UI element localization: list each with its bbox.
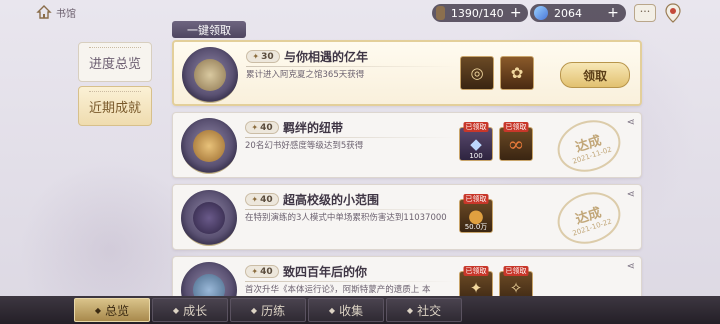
tab-social[interactable]: ◆ 社交: [386, 298, 462, 322]
points-icon: ✦: [252, 52, 260, 61]
reward-qty: 50.0万: [464, 223, 488, 231]
tab-label: 进度总览: [88, 56, 141, 72]
claimed-tag: 已领取: [463, 122, 489, 132]
nav-label: 总览: [105, 303, 130, 318]
portrait-icon: ✿: [510, 64, 524, 82]
points-value: 30: [261, 51, 274, 62]
achievement-desc: 在特别演练的3人模式中单场累积伤害达到11037000: [245, 213, 447, 223]
medal-emblem: [193, 202, 225, 234]
medal-emblem: [193, 130, 225, 162]
claim-button[interactable]: 领取: [560, 62, 630, 88]
points-badge: ✦ 40: [245, 193, 279, 206]
achievement-title: 致四百年后的你: [283, 265, 368, 279]
house-icon: [36, 5, 52, 19]
reward-item[interactable]: ◎: [460, 56, 494, 90]
achievement-title: 超高校级的小范围: [283, 193, 380, 207]
chat-bubble-icon: ···: [639, 5, 651, 18]
points-badge: ✦ 40: [245, 121, 279, 134]
clock-icon: ◎: [470, 64, 484, 82]
gem-value: 2064: [554, 6, 582, 20]
nav-label: 社交: [417, 303, 442, 318]
points-value: 40: [260, 266, 273, 277]
achievement-card[interactable]: ✦ 40 超高校级的小范围 在特别演练的3人模式中单场累积伤害达到11037000…: [172, 184, 642, 252]
achievement-card[interactable]: ✦ 40 羁绊的纽带 20名幻书好感度等级达到5获得 已领取 ◆ 100 已领取 …: [172, 112, 642, 180]
top-bar: 书馆 1390/140 + 2064 + ···: [0, 0, 720, 28]
infinity-icon: ∞: [507, 132, 525, 156]
share-icon[interactable]: ⋖: [627, 117, 635, 128]
medal-emblem: [194, 59, 226, 91]
reward-item[interactable]: ✿: [500, 56, 534, 90]
achievement-medal-icon: [181, 118, 237, 174]
pendant-icon: ✧: [509, 279, 523, 297]
diamond-icon: ◆: [406, 305, 414, 315]
nav-label: 收集: [339, 303, 364, 318]
achievement-desc: 首次升华《本体运行论》，阿斯特蒙产的遗质上 本: [245, 285, 431, 295]
tab-ornament: [89, 91, 141, 94]
claim-all-button[interactable]: 一键领取: [172, 21, 246, 38]
tab-label: 近期成就: [88, 100, 141, 116]
tab-growth[interactable]: ◆ 成长: [152, 298, 228, 322]
stamina-icon: [436, 6, 445, 20]
tab-overview[interactable]: ◆ 总览: [74, 298, 150, 322]
claimed-tag: 已领取: [463, 194, 489, 204]
share-icon[interactable]: ⋖: [627, 189, 635, 200]
achievement-desc: 累计进入阿克夏之馆365天获得: [246, 70, 365, 80]
add-stamina-button[interactable]: +: [510, 6, 522, 20]
claimed-tag: 已领取: [463, 266, 489, 276]
crystal-icon: ◆: [470, 135, 482, 153]
divider: [245, 209, 455, 210]
tab-collection[interactable]: ◆ 收集: [308, 298, 384, 322]
diamond-icon: ◆: [250, 305, 258, 315]
achievement-title: 羁绊的纽带: [283, 121, 344, 135]
home-label: 书馆: [56, 8, 76, 20]
points-value: 40: [260, 122, 273, 133]
stamina-value: 1390/140: [450, 6, 504, 20]
achievement-desc: 20名幻书好感度等级达到5获得: [245, 141, 364, 151]
tab-ornament: [89, 47, 141, 50]
home-button[interactable]: 书馆: [36, 4, 76, 20]
reward-qty: 100: [469, 152, 483, 160]
achievement-card[interactable]: ✦ 30 与你相遇的亿年 累计进入阿克夏之馆365天获得 ◎ ✿ 领取: [172, 40, 642, 106]
chat-button[interactable]: ···: [634, 4, 656, 22]
bottom-nav: ◆ 总览 ◆ 成长 ◆ 历练 ◆ 收集 ◆ 社交: [0, 296, 720, 324]
diamond-icon: ◆: [172, 305, 180, 315]
points-icon: ✦: [251, 195, 259, 204]
divider: [246, 66, 456, 67]
tab-progress-overview[interactable]: 进度总览: [78, 42, 152, 82]
divider: [245, 281, 455, 282]
claimed-tag: 已领取: [503, 122, 529, 132]
completed-stamp: 达成 2021-11-02: [550, 112, 628, 180]
tab-training[interactable]: ◆ 历练: [230, 298, 306, 322]
pendant-icon: ✦: [469, 279, 483, 297]
points-icon: ✦: [251, 123, 259, 132]
share-icon[interactable]: ⋖: [627, 261, 635, 272]
diamond-icon: ◆: [328, 305, 336, 315]
add-gem-button[interactable]: +: [606, 6, 620, 20]
reward-item[interactable]: 已领取 ◆ 100: [459, 122, 493, 161]
claimed-tag: 已领取: [503, 266, 529, 276]
location-pin-icon[interactable]: [664, 3, 682, 23]
divider: [245, 137, 455, 138]
points-value: 40: [260, 194, 273, 205]
points-badge: ✦ 40: [245, 265, 279, 278]
gem-counter: 2064 +: [530, 4, 626, 22]
points-icon: ✦: [251, 267, 259, 276]
tab-recent-achievements[interactable]: 近期成就: [78, 86, 152, 126]
achievement-title: 与你相遇的亿年: [284, 50, 369, 64]
nav-label: 历练: [261, 303, 286, 318]
reward-item[interactable]: 已领取 ● 50.0万: [459, 194, 493, 233]
achievement-medal-icon: [181, 190, 237, 246]
completed-stamp: 达成 2021-10-22: [550, 184, 628, 252]
nav-label: 成长: [183, 303, 208, 318]
gem-icon: [534, 6, 548, 20]
achievement-medal-icon: [182, 47, 238, 103]
reward-item[interactable]: 已领取 ∞: [499, 122, 533, 161]
diamond-icon: ◆: [94, 305, 102, 315]
stamina-counter: 1390/140 +: [432, 4, 528, 22]
points-badge: ✦ 30: [246, 50, 280, 63]
